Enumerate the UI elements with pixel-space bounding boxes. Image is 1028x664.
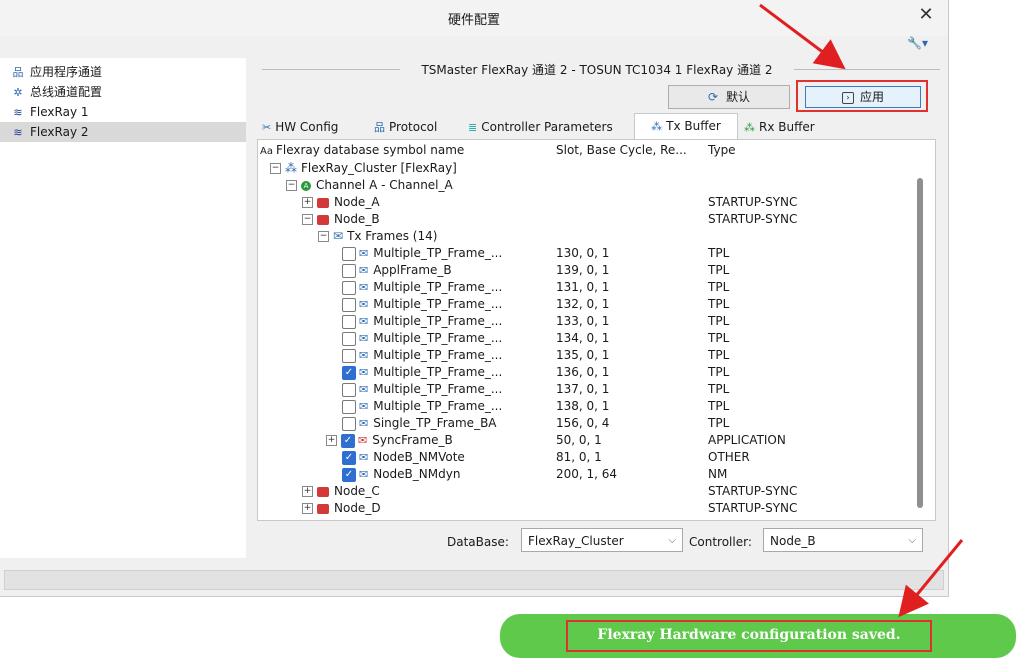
annotation-arrows (759, 3, 964, 618)
arrow-to-toast (898, 539, 964, 618)
arrow-to-apply (759, 3, 846, 70)
